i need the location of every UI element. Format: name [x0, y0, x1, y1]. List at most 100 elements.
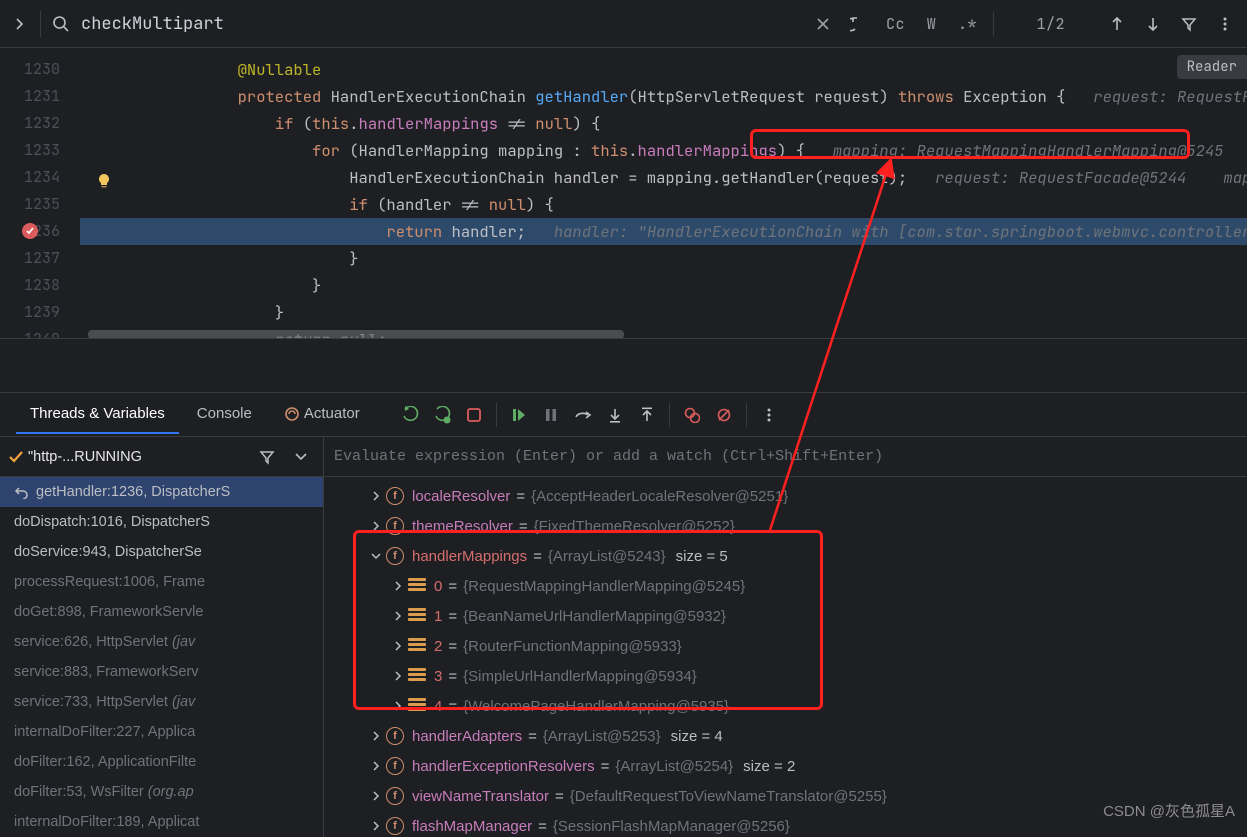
field-icon: f [386, 487, 404, 505]
stack-frame[interactable]: doGet:898, FrameworkServle [0, 597, 323, 627]
code-line[interactable]: } [80, 245, 1247, 272]
line-gutter: 1230123112321233123412351236123712381239… [0, 48, 80, 338]
rerun-failed-icon[interactable] [428, 401, 456, 429]
code-line[interactable]: for (HandlerMapping mapping : this.handl… [80, 137, 1247, 164]
filter-icon[interactable] [1175, 10, 1203, 38]
match-case-button[interactable]: Cc [881, 10, 909, 38]
variable-row[interactable]: 0={RequestMappingHandlerMapping@5245} [324, 571, 1247, 601]
watermark: CSDN @灰色孤星A [1103, 800, 1235, 821]
search-icon[interactable] [49, 12, 73, 36]
expand-chevron-icon[interactable] [366, 791, 386, 801]
variable-row[interactable]: fhandlerExceptionResolvers={ArrayList@52… [324, 751, 1247, 781]
actuator-icon [284, 406, 300, 422]
stack-frame[interactable]: processRequest:1006, Frame [0, 567, 323, 597]
debug-panel: Threads & Variables Console Actuator [0, 392, 1247, 837]
expand-chevron-icon[interactable] [366, 761, 386, 771]
tab-console[interactable]: Console [183, 395, 266, 434]
code-line[interactable]: return handler; handler: "HandlerExecuti… [80, 218, 1247, 245]
variable-row[interactable]: fthemeResolver={FixedThemeResolver@5252} [324, 511, 1247, 541]
frames-pane: "http-...RUNNING getHandler:1236, Dispat… [0, 437, 324, 837]
evaluate-input[interactable]: Evaluate expression (Enter) or add a wat… [324, 437, 1247, 477]
expand-chevron-icon[interactable] [366, 551, 386, 561]
field-icon: f [386, 547, 404, 565]
chevron-down-icon[interactable] [287, 443, 315, 471]
regex-button[interactable]: .* [953, 10, 981, 38]
code-line[interactable]: protected HandlerExecutionChain getHandl… [80, 83, 1247, 110]
editor-debug-splitter[interactable] [0, 338, 1247, 392]
breakpoint-icon[interactable] [22, 223, 38, 239]
element-icon [408, 578, 426, 594]
code-area[interactable]: @Nullable protected HandlerExecutionChai… [80, 48, 1247, 338]
pause-icon[interactable] [537, 401, 565, 429]
variables-tree[interactable]: flocaleResolver={AcceptHeaderLocaleResol… [324, 477, 1247, 837]
search-input[interactable]: checkMultipart [81, 13, 641, 35]
variables-pane: Evaluate expression (Enter) or add a wat… [324, 437, 1247, 837]
expand-chevron-icon[interactable] [366, 731, 386, 741]
code-line[interactable]: @Nullable [80, 56, 1247, 83]
stack-frame[interactable]: service:733, HttpServlet (jav [0, 687, 323, 717]
stack-frame[interactable]: doDispatch:1016, DispatcherS [0, 507, 323, 537]
reset-frame-icon[interactable] [14, 485, 30, 499]
expand-chevron-icon[interactable] [366, 521, 386, 531]
prev-match-icon[interactable] [1103, 10, 1131, 38]
rerun-icon[interactable] [396, 401, 424, 429]
words-button[interactable]: W [917, 10, 945, 38]
variable-row[interactable]: 3={SimpleUrlHandlerMapping@5934} [324, 661, 1247, 691]
field-icon: f [386, 817, 404, 835]
element-icon [408, 668, 426, 684]
thread-selector[interactable]: "http-...RUNNING [8, 449, 247, 465]
stack-frame[interactable]: internalDoFilter:189, Applicat [0, 807, 323, 837]
stack-frame[interactable]: service:626, HttpServlet (jav [0, 627, 323, 657]
step-over-icon[interactable] [569, 401, 597, 429]
tab-threads-variables[interactable]: Threads & Variables [16, 395, 179, 434]
frames-filter-icon[interactable] [253, 443, 281, 471]
expand-chevron-icon[interactable] [366, 821, 386, 831]
expand-chevron-icon[interactable] [388, 641, 408, 651]
close-icon[interactable] [809, 10, 837, 38]
expand-chevron-icon[interactable] [388, 581, 408, 591]
element-icon [408, 698, 426, 714]
resume-icon[interactable] [505, 401, 533, 429]
code-line[interactable]: if (handler != null) { [80, 191, 1247, 218]
variable-row[interactable]: 1={BeanNameUrlHandlerMapping@5932} [324, 601, 1247, 631]
expand-chevron-icon[interactable] [388, 611, 408, 621]
next-match-icon[interactable] [1139, 10, 1167, 38]
search-bar: checkMultipart Cc W .* 1/2 [0, 0, 1247, 48]
step-into-icon[interactable] [601, 401, 629, 429]
more-icon[interactable] [1211, 10, 1239, 38]
intention-bulb-icon[interactable] [95, 172, 115, 192]
code-line[interactable]: } [80, 272, 1247, 299]
variable-row[interactable]: 4={WelcomePageHandlerMapping@5935} [324, 691, 1247, 721]
code-line[interactable]: HandlerExecutionChain handler = mapping.… [80, 164, 1247, 191]
expand-chevron-icon[interactable] [366, 491, 386, 501]
code-editor[interactable]: 1230123112321233123412351236123712381239… [0, 48, 1247, 338]
stack-frame[interactable]: service:883, FrameworkServ [0, 657, 323, 687]
stop-icon[interactable] [460, 401, 488, 429]
debug-tabbar: Threads & Variables Console Actuator [0, 393, 1247, 437]
stack-frame[interactable]: getHandler:1236, DispatcherS [0, 477, 323, 507]
stack-frame[interactable]: doFilter:53, WsFilter (org.ap [0, 777, 323, 807]
code-line[interactable]: if (this.handlerMappings != null) { [80, 110, 1247, 137]
recent-icon[interactable] [845, 10, 873, 38]
field-icon: f [386, 757, 404, 775]
variable-row[interactable]: 2={RouterFunctionMapping@5933} [324, 631, 1247, 661]
step-out-icon[interactable] [633, 401, 661, 429]
variable-row[interactable]: fhandlerMappings={ArrayList@5243}size = … [324, 541, 1247, 571]
expand-chevron-icon[interactable] [388, 671, 408, 681]
view-breakpoints-icon[interactable] [678, 401, 706, 429]
stack-frame[interactable]: doService:943, DispatcherSe [0, 537, 323, 567]
chevron-right-icon[interactable] [8, 12, 32, 36]
call-stack[interactable]: getHandler:1236, DispatcherSdoDispatch:1… [0, 477, 323, 837]
mute-breakpoints-icon[interactable] [710, 401, 738, 429]
variable-row[interactable]: flocaleResolver={AcceptHeaderLocaleResol… [324, 481, 1247, 511]
element-icon [408, 608, 426, 624]
tab-actuator[interactable]: Actuator [270, 395, 374, 434]
variable-row[interactable]: fhandlerAdapters={ArrayList@5253}size = … [324, 721, 1247, 751]
check-icon [8, 449, 24, 465]
stack-frame[interactable]: internalDoFilter:227, Applica [0, 717, 323, 747]
debug-more-icon[interactable] [755, 401, 783, 429]
code-line[interactable]: } [80, 299, 1247, 326]
stack-frame[interactable]: doFilter:162, ApplicationFilte [0, 747, 323, 777]
element-icon [408, 638, 426, 654]
expand-chevron-icon[interactable] [388, 701, 408, 711]
